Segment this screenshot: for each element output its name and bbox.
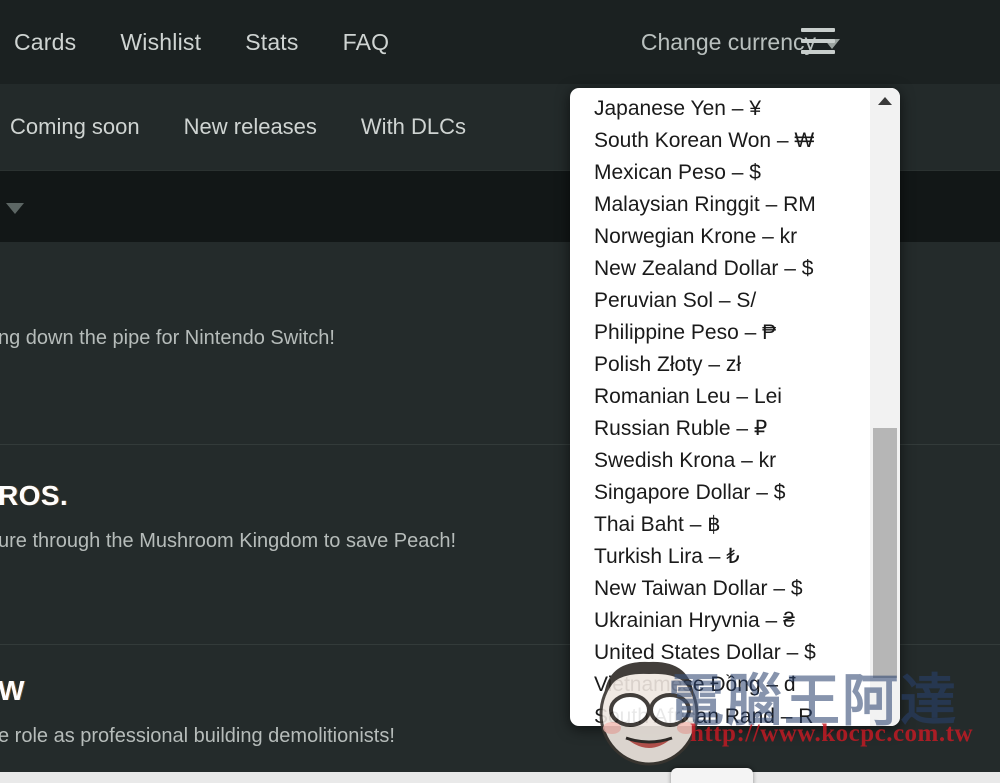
subnav-link-coming-soon[interactable]: Coming soon bbox=[0, 108, 162, 146]
top-nav-links: Cards Wishlist Stats FAQ bbox=[0, 23, 411, 62]
hamburger-menu-icon[interactable] bbox=[801, 28, 835, 54]
top-navigation-bar: Cards Wishlist Stats FAQ Change currency bbox=[0, 0, 1000, 84]
nav-link-cards[interactable]: Cards bbox=[0, 23, 98, 62]
nav-link-wishlist[interactable]: Wishlist bbox=[98, 23, 223, 62]
scrollbar-thumb[interactable] bbox=[873, 428, 897, 678]
currency-option-south-african-rand[interactable]: South African Rand – R bbox=[570, 701, 870, 726]
currency-option-new-taiwan-dollar[interactable]: New Taiwan Dollar – $ bbox=[570, 573, 870, 605]
currency-option-new-zealand-dollar[interactable]: New Zealand Dollar – $ bbox=[570, 253, 870, 285]
currency-option-list: Japanese Yen – ¥ South Korean Won – ₩ Me… bbox=[570, 88, 870, 726]
currency-option-polish-zloty[interactable]: Polish Złoty – zł bbox=[570, 349, 870, 381]
bottom-floating-chip[interactable] bbox=[671, 768, 753, 783]
hamburger-bar-3 bbox=[801, 50, 835, 54]
currency-option-united-states-dollar[interactable]: United States Dollar – $ bbox=[570, 637, 870, 669]
subnav-link-new-releases[interactable]: New releases bbox=[162, 108, 339, 146]
game-description: ng down the pipe for Nintendo Switch! bbox=[0, 327, 335, 349]
scroll-up-arrow-icon[interactable] bbox=[870, 88, 900, 114]
currency-option-malaysian-ringgit[interactable]: Malaysian Ringgit – RM bbox=[570, 189, 870, 221]
currency-dropdown-panel[interactable]: Japanese Yen – ¥ South Korean Won – ₩ Me… bbox=[570, 88, 900, 726]
hamburger-bar-2 bbox=[801, 39, 835, 43]
nav-link-faq[interactable]: FAQ bbox=[321, 23, 412, 62]
currency-option-turkish-lira[interactable]: Turkish Lira – ₺ bbox=[570, 541, 870, 573]
currency-option-norwegian-krone[interactable]: Norwegian Krone – kr bbox=[570, 221, 870, 253]
hamburger-bar-1 bbox=[801, 28, 835, 32]
currency-option-ukrainian-hryvnia[interactable]: Ukrainian Hryvnia – ₴ bbox=[570, 605, 870, 637]
currency-option-thai-baht[interactable]: Thai Baht – ฿ bbox=[570, 509, 870, 541]
game-description: ure through the Mushroom Kingdom to save… bbox=[0, 530, 457, 552]
currency-option-peruvian-sol[interactable]: Peruvian Sol – S/ bbox=[570, 285, 870, 317]
game-description: e role as professional building demoliti… bbox=[0, 725, 395, 747]
chevron-down-icon[interactable] bbox=[6, 203, 24, 214]
triangle-up-icon bbox=[878, 97, 892, 105]
currency-option-russian-ruble[interactable]: Russian Ruble – ₽ bbox=[570, 413, 870, 445]
currency-option-singapore-dollar[interactable]: Singapore Dollar – $ bbox=[570, 477, 870, 509]
currency-option-mexican-peso[interactable]: Mexican Peso – $ bbox=[570, 157, 870, 189]
dropdown-scrollbar[interactable] bbox=[870, 88, 900, 726]
currency-option-romanian-leu[interactable]: Romanian Leu – Lei bbox=[570, 381, 870, 413]
game-title: W bbox=[0, 675, 25, 706]
currency-option-swedish-krona[interactable]: Swedish Krona – kr bbox=[570, 445, 870, 477]
currency-option-japanese-yen[interactable]: Japanese Yen – ¥ bbox=[570, 93, 870, 125]
bottom-strip bbox=[0, 772, 1000, 783]
subnav-link-with-dlcs[interactable]: With DLCs bbox=[339, 108, 488, 146]
currency-option-philippine-peso[interactable]: Philippine Peso – ₱ bbox=[570, 317, 870, 349]
currency-option-vietnamese-dong[interactable]: Vietnamese Đồng – đ bbox=[570, 669, 870, 701]
currency-option-south-korean-won[interactable]: South Korean Won – ₩ bbox=[570, 125, 870, 157]
sub-nav-links: Coming soon New releases With DLCs bbox=[0, 108, 488, 146]
page-root: Cards Wishlist Stats FAQ Change currency… bbox=[0, 0, 1000, 783]
change-currency-label: Change currency bbox=[640, 28, 816, 55]
nav-link-stats[interactable]: Stats bbox=[223, 23, 320, 62]
game-title: ROS. bbox=[0, 480, 69, 511]
